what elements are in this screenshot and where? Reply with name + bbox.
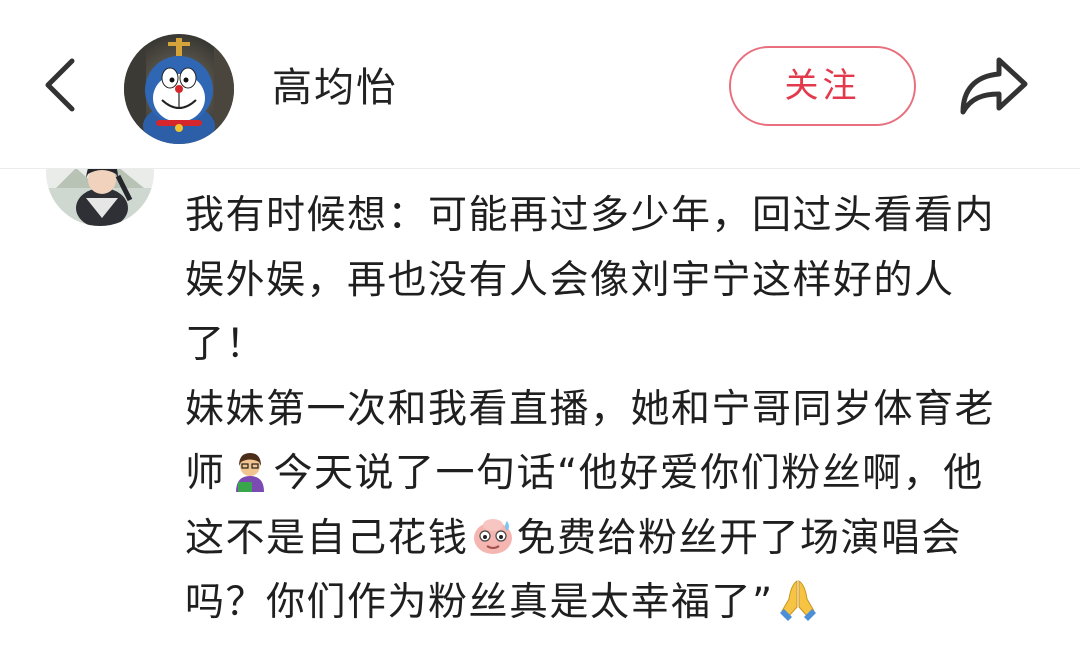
author-name[interactable]: 高均怡 bbox=[272, 58, 398, 118]
top-bar: 高均怡 关注 bbox=[0, 0, 1080, 169]
sweating-face-emoji-icon bbox=[471, 513, 515, 557]
comment-text-segment: 吗？你们作为粉丝真是太幸福了” bbox=[185, 580, 774, 625]
comment-line: 娱外娱，再也没有人会像刘宇宁这样好的人 bbox=[185, 257, 955, 303]
comment-text-segment: 师 bbox=[185, 451, 226, 496]
author-avatar[interactable] bbox=[124, 34, 234, 144]
post-detail-page: 高均怡 关注 我有时候想：可能再过多少年，回过头看看内 娱外娱，再也没有人会像刘宇… bbox=[0, 0, 1080, 656]
comment-line: 妹妹第一次和我看直播，她和宁哥同岁体育老 bbox=[185, 386, 996, 432]
comment-line: 这不是自己花钱 免费给粉丝开了场演唱会 bbox=[185, 507, 1045, 572]
comment-line: 吗？你们作为粉丝真是太幸福了” bbox=[185, 571, 1045, 636]
comment-text: 我有时候想：可能再过多少年，回过头看看内 娱外娱，再也没有人会像刘宇宁这样好的人了… bbox=[185, 184, 1045, 636]
comment-line: 师 今天说了一句话“他好爱你们粉丝啊，他 bbox=[185, 442, 1045, 507]
comment-line: 我有时候想：可能再过多少年，回过头看看内 bbox=[185, 193, 996, 238]
folded-hands-emoji-icon bbox=[776, 577, 820, 621]
teacher-emoji-icon bbox=[228, 448, 272, 492]
share-arrow-icon bbox=[960, 57, 1028, 115]
comment-text-segment: 这不是自己花钱 bbox=[185, 515, 469, 561]
comment-line: 了！ bbox=[185, 322, 267, 367]
comment-text-segment: 今天说了一句话“他好爱你们粉丝啊，他 bbox=[273, 451, 984, 496]
share-button[interactable] bbox=[955, 50, 1033, 120]
chevron-left-icon bbox=[45, 58, 75, 112]
comment-text-segment: 免费给粉丝开了场演唱会 bbox=[516, 515, 963, 561]
follow-button[interactable]: 关注 bbox=[729, 46, 916, 126]
doraemon-avatar-image bbox=[124, 34, 234, 144]
back-button[interactable] bbox=[38, 55, 88, 115]
